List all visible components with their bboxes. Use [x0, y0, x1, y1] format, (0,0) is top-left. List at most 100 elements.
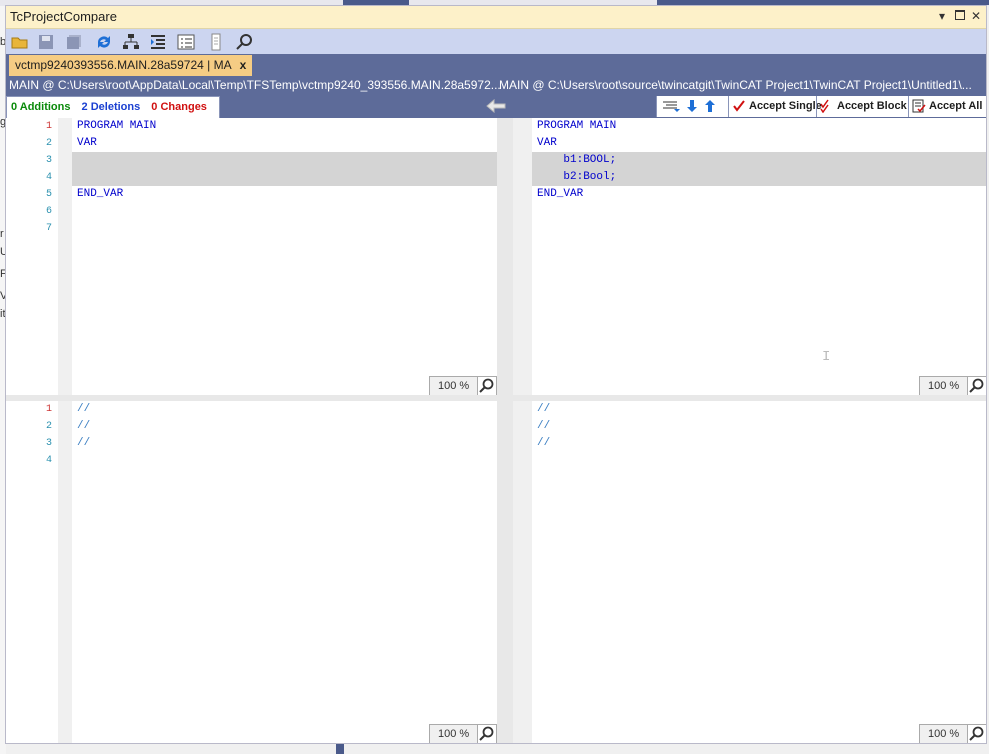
- comment-text: //: [77, 403, 91, 415]
- code-line: //: [537, 418, 550, 435]
- line-number: 4: [45, 172, 52, 183]
- diff-summary: 0 Additions 2 Deletions 0 Changes: [6, 96, 220, 119]
- accept-single-label: Accept Single: [749, 100, 822, 112]
- close-icon[interactable]: ✕: [968, 8, 984, 24]
- left-file-path: MAIN @ C:\Users\root\AppData\Local\Temp\…: [9, 78, 501, 92]
- code-line-text: PROGRAM MAIN: [77, 120, 157, 132]
- show-diffs-icon[interactable]: [662, 99, 680, 113]
- line-number: 5: [45, 189, 52, 200]
- next-diff-icon[interactable]: [686, 99, 698, 113]
- previous-diff-icon[interactable]: [704, 99, 716, 113]
- code-line-text: b1:BOOL;: [537, 154, 617, 166]
- document-check-icon: [912, 99, 926, 113]
- tab-close-icon[interactable]: x: [240, 58, 247, 72]
- save-all-icon[interactable]: [64, 32, 84, 52]
- comment-text: //: [77, 437, 91, 449]
- tab-label: vctmp9240393556.MAIN.28a59724 | MA: [15, 58, 232, 72]
- zoom-level[interactable]: 100 %: [429, 376, 479, 395]
- code-line: PROGRAM MAIN: [77, 118, 156, 135]
- diff-toolbar: 0 Additions 2 Deletions 0 Changes Accept…: [6, 95, 986, 119]
- top-left-pane[interactable]: 1 2 3 4 5 6 7 PROGRAM MAIN VAR END_VAR 1…: [6, 118, 497, 395]
- indent-icon[interactable]: [148, 32, 168, 52]
- code-line: b2:Bool;: [537, 169, 616, 186]
- code-line: //: [537, 401, 550, 418]
- dropdown-icon[interactable]: ▾: [934, 8, 950, 24]
- accept-single-button[interactable]: Accept Single: [728, 96, 822, 117]
- accept-block-label: Accept Block: [837, 100, 907, 112]
- code-line-text: END_VAR: [537, 188, 584, 200]
- code-line: END_VAR: [77, 186, 123, 203]
- deleted-lines-highlight: [72, 152, 497, 186]
- zoom-magnifier-icon[interactable]: [477, 376, 497, 395]
- title-bar: TcProjectCompare ▾ ✕: [6, 6, 986, 29]
- code-line: //: [77, 401, 90, 418]
- vertical-splitter[interactable]: [497, 401, 513, 743]
- code-line: PROGRAM MAIN: [537, 118, 616, 135]
- line-number: 1: [45, 404, 52, 415]
- checkmark-icon: [733, 100, 745, 112]
- document-tab-strip: vctmp9240393556.MAIN.28a59724 | MA x: [6, 54, 986, 76]
- hierarchy-icon[interactable]: [121, 32, 141, 52]
- comment-text: //: [537, 403, 551, 415]
- deletions-count: 2 Deletions: [81, 101, 141, 113]
- code-line: //: [537, 435, 550, 452]
- top-right-pane[interactable]: PROGRAM MAIN VAR b1:BOOL; b2:Bool; END_V…: [513, 118, 986, 395]
- zoom-magnifier-icon[interactable]: [967, 724, 986, 743]
- arrow-left-icon[interactable]: [486, 98, 506, 114]
- line-number: 7: [45, 223, 52, 234]
- line-number: 1: [45, 121, 52, 132]
- toolbar: [6, 29, 986, 54]
- checklist-icon[interactable]: [176, 32, 196, 52]
- find-icon[interactable]: [234, 32, 254, 52]
- save-icon[interactable]: [36, 32, 56, 52]
- code-line-text: b2:Bool;: [537, 171, 617, 183]
- code-line: //: [77, 435, 90, 452]
- open-folder-icon[interactable]: [10, 32, 30, 52]
- right-gutter: [513, 401, 532, 743]
- right-file-path: MAIN @ C:\Users\root\source\twincatgit\T…: [499, 78, 972, 92]
- line-number: 3: [45, 155, 52, 166]
- zoom-level[interactable]: 100 %: [919, 724, 969, 743]
- line-number: 2: [45, 138, 52, 149]
- tab-compare-document[interactable]: vctmp9240393556.MAIN.28a59724 | MA x: [9, 55, 253, 76]
- zoom-magnifier-icon[interactable]: [967, 376, 986, 395]
- project-compare-window: TcProjectCompare ▾ ✕ vctmp9240393556.MAI…: [5, 5, 987, 744]
- text-cursor-icon: I: [822, 349, 831, 365]
- accept-all-label: Accept All: [929, 100, 983, 112]
- comment-text: //: [537, 420, 551, 432]
- comment-text: //: [537, 437, 551, 449]
- code-line-text: END_VAR: [77, 188, 124, 200]
- zoom-level[interactable]: 100 %: [429, 724, 479, 743]
- diff-actions: Accept Single Accept Block Accept All: [656, 96, 986, 117]
- additions-count: 0 Additions: [11, 101, 71, 113]
- code-line-text: VAR: [77, 137, 97, 149]
- line-number: 6: [45, 206, 52, 217]
- code-line-text: PROGRAM MAIN: [537, 120, 617, 132]
- code-line: VAR: [537, 135, 557, 152]
- code-line: //: [77, 418, 90, 435]
- comment-text: //: [77, 420, 91, 432]
- code-line: END_VAR: [537, 186, 583, 203]
- window-title: TcProjectCompare: [10, 9, 117, 24]
- bottom-right-pane[interactable]: // // // 100 %: [513, 401, 986, 743]
- double-checkmark-icon: [820, 99, 829, 114]
- bottom-left-pane[interactable]: 1 2 3 4 // // // 100 %: [6, 401, 497, 743]
- maximize-icon[interactable]: [952, 8, 968, 24]
- document-icon[interactable]: [206, 32, 226, 52]
- refresh-icon[interactable]: [94, 32, 114, 52]
- code-line-text: VAR: [537, 137, 557, 149]
- line-number: 3: [45, 438, 52, 449]
- changes-count: 0 Changes: [151, 101, 207, 113]
- path-bar: MAIN @ C:\Users\root\AppData\Local\Temp\…: [6, 76, 986, 95]
- vertical-splitter[interactable]: [497, 118, 513, 395]
- code-line: VAR: [77, 135, 97, 152]
- zoom-level[interactable]: 100 %: [919, 376, 969, 395]
- accept-block-button[interactable]: Accept Block: [816, 96, 907, 117]
- line-number: 4: [45, 455, 52, 466]
- code-line: b1:BOOL;: [537, 152, 616, 169]
- line-number: 2: [45, 421, 52, 432]
- zoom-magnifier-icon[interactable]: [477, 724, 497, 743]
- accept-all-button[interactable]: Accept All: [908, 96, 988, 117]
- bg-fragment: r: [0, 228, 4, 240]
- diff-navigation: [656, 96, 730, 117]
